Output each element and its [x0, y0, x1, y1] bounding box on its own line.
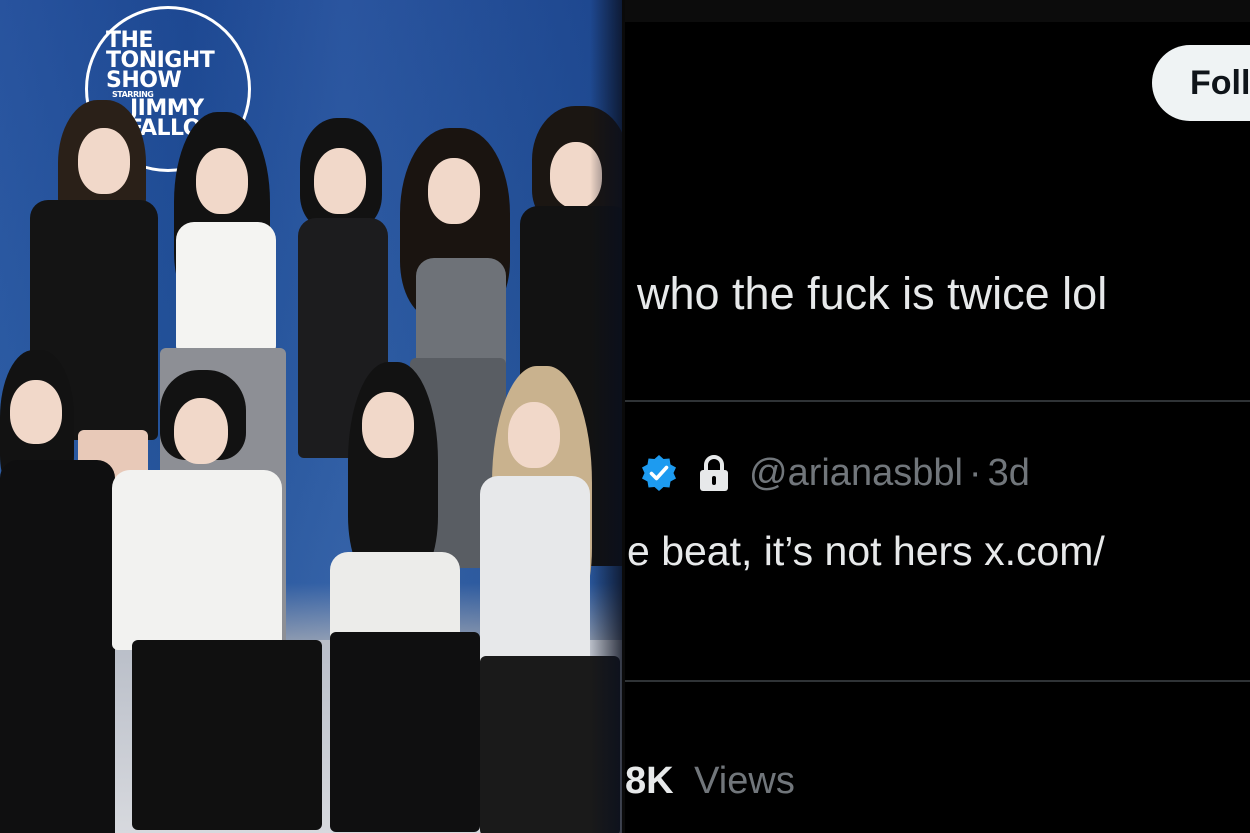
- reply-handle[interactable]: @arianasbbl: [749, 452, 963, 495]
- divider: [625, 680, 1250, 682]
- views-count: 8K: [625, 760, 674, 802]
- views-label: Views: [694, 760, 795, 802]
- views-line: 8K Views: [625, 760, 795, 803]
- divider: [625, 400, 1250, 402]
- logo-line-3: SHOW: [106, 68, 182, 93]
- reply-text: e beat, it’s not hers x.com/: [627, 528, 1105, 574]
- reply-timestamp[interactable]: 3d: [988, 452, 1030, 495]
- follow-button[interactable]: Foll: [1152, 45, 1250, 121]
- group-photo: THE TONIGHT SHOW STARRING JIMMY FALLON: [0, 0, 625, 833]
- lock-icon: [697, 453, 731, 493]
- tweet-text: who the fuck is twice lol: [637, 268, 1108, 319]
- tweet-screenshot: Foll who the fuck is twice lol @arianasb…: [625, 0, 1250, 833]
- separator-dot: ·: [968, 451, 982, 494]
- reply-header: @arianasbbl · 3d: [639, 448, 1030, 498]
- verified-badge-icon: [639, 453, 679, 493]
